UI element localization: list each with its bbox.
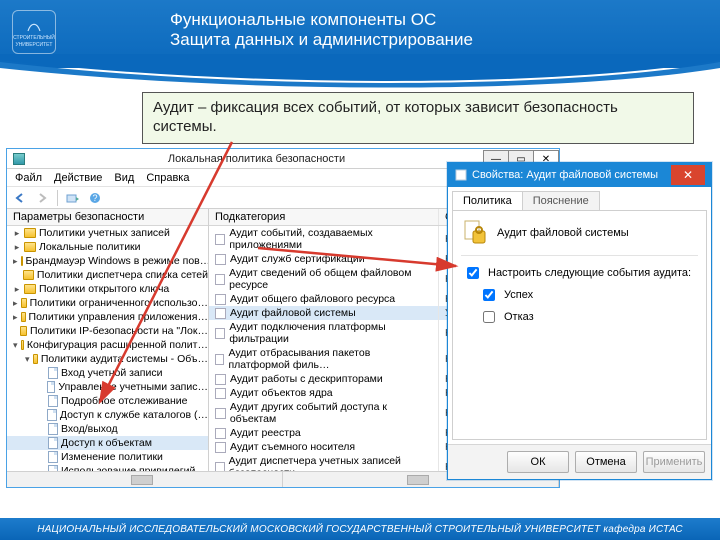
svg-text:?: ? — [92, 193, 97, 203]
tree-item[interactable]: Доступ к объектам — [7, 436, 208, 450]
tree-item[interactable]: Политики диспетчера списка сетей — [7, 268, 208, 282]
dialog-close-button[interactable]: ✕ — [671, 165, 705, 185]
dialog-icon — [454, 168, 468, 182]
tree-item[interactable]: ▸Политики управления приложения… — [7, 310, 208, 324]
configure-events-checkbox[interactable]: Настроить следующие события аудита: — [463, 264, 698, 282]
tab-policy[interactable]: Политика — [452, 191, 523, 210]
failure-checkbox[interactable]: Отказ — [479, 308, 698, 326]
export-button[interactable] — [64, 189, 82, 207]
col-subcategory[interactable]: Подкатегория — [209, 209, 439, 225]
tree-item[interactable]: ▾Конфигурация расширенной полит… — [7, 338, 208, 352]
success-checkbox[interactable]: Успех — [479, 286, 698, 304]
slide-footer: НАЦИОНАЛЬНЫЙ ИССЛЕДОВАТЕЛЬСКИЙ МОСКОВСКИ… — [0, 518, 720, 540]
window-title: Локальная политика безопасности — [29, 153, 484, 165]
tree-item[interactable]: Изменение политики — [7, 450, 208, 464]
tree-item[interactable]: Доступ к службе каталогов (… — [7, 408, 208, 422]
menu-view[interactable]: Вид — [114, 172, 134, 184]
tree-item[interactable]: Политики IP-безопасности на "Лок… — [7, 324, 208, 338]
app-icon — [13, 153, 25, 165]
definition-callout: Аудит – фиксация всех событий, от которы… — [142, 92, 694, 144]
tree-item[interactable]: ▸Локальные политики — [7, 240, 208, 254]
tree-item[interactable]: ▸Политики открытого ключа — [7, 282, 208, 296]
university-logo: СТРОИТЕЛЬНЫЙ УНИВЕРСИТЕТ — [12, 10, 56, 54]
banner-swoosh — [0, 54, 720, 88]
cancel-button[interactable]: Отмена — [575, 451, 637, 473]
tree-item[interactable]: Управление учетными запис… — [7, 380, 208, 394]
tree-item[interactable]: Подробное отслеживание — [7, 394, 208, 408]
ok-button[interactable]: ОК — [507, 451, 569, 473]
back-button[interactable] — [11, 189, 29, 207]
tree-item[interactable]: Использование привилегий — [7, 464, 208, 471]
tree-item[interactable]: ▸Брандмауэр Windows в режиме пов… — [7, 254, 208, 268]
dialog-heading: Аудит файловой системы — [497, 227, 629, 239]
apply-button[interactable]: Применить — [643, 451, 705, 473]
tree-item[interactable]: ▾Политики аудита системы - Объ… — [7, 352, 208, 366]
tab-explanation[interactable]: Пояснение — [522, 191, 600, 210]
dialog-title-text: Свойства: Аудит файловой системы — [472, 169, 658, 181]
tree-item[interactable]: Вход/выход — [7, 422, 208, 436]
policy-icon — [461, 219, 489, 247]
security-tree[interactable]: Параметры безопасности ▸Политики учетных… — [7, 209, 209, 471]
properties-dialog: Свойства: Аудит файловой системы ✕ Полит… — [447, 162, 712, 480]
tree-header: Параметры безопасности — [7, 209, 208, 226]
dialog-titlebar[interactable]: Свойства: Аудит файловой системы ✕ — [448, 163, 711, 187]
tree-item[interactable]: ▸Политики ограниченного использо… — [7, 296, 208, 310]
tree-item[interactable]: Вход учетной записи — [7, 366, 208, 380]
menu-help[interactable]: Справка — [146, 172, 189, 184]
forward-button[interactable] — [33, 189, 51, 207]
menu-file[interactable]: Файл — [15, 172, 42, 184]
tree-item[interactable]: ▸Политики учетных записей — [7, 226, 208, 240]
slide-title: Функциональные компоненты ОС Защита данн… — [170, 10, 473, 50]
help-icon[interactable]: ? — [86, 189, 104, 207]
menu-action[interactable]: Действие — [54, 172, 102, 184]
